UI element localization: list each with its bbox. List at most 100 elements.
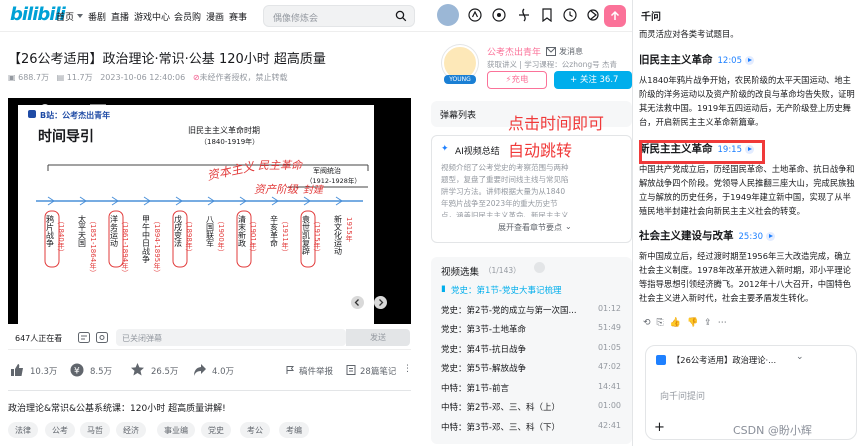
nav-manga[interactable]: 漫画	[206, 10, 224, 23]
timeline-year: （1861-1894年）	[121, 217, 129, 276]
charge-button[interactable]: ⚡充电	[487, 71, 547, 89]
episode-item[interactable]: 中特：第2节-邓、三、科（上） 01:00	[441, 401, 621, 413]
timeline-event: 洋务运动	[110, 214, 119, 248]
share-icon[interactable]	[193, 363, 207, 377]
send-message-link[interactable]: 发消息	[559, 46, 583, 57]
like-icon[interactable]	[10, 363, 24, 377]
timeline-event: 新文化运动	[334, 214, 343, 256]
favorite-star-icon[interactable]	[130, 362, 145, 377]
slide-prev-button[interactable]	[351, 296, 364, 309]
message-icon[interactable]	[492, 8, 506, 22]
slide-next-button[interactable]	[374, 296, 387, 309]
divider	[8, 390, 411, 391]
episode-item[interactable]: 党史：第2节-党的成立与第一次国... 01:12	[441, 304, 621, 316]
highlight-box	[639, 140, 765, 164]
tag-item[interactable]: 法律	[8, 422, 38, 438]
danmaku-settings-icon[interactable]	[96, 332, 108, 343]
danmaku-input-placeholder: 已关闭弹幕	[122, 334, 162, 343]
play-icon[interactable]	[766, 231, 775, 241]
nav-mall[interactable]: 会员购	[174, 10, 201, 23]
slide-handwriting-1: 资本主义	[206, 159, 257, 183]
episode-item[interactable]: 党史：第3节-土地革命 51:49	[441, 323, 621, 335]
episode-item[interactable]: 党史：第5节-解放战争 47:02	[441, 362, 621, 374]
uploader-name[interactable]: 公考杰出青年	[487, 45, 541, 58]
user-avatar[interactable]	[437, 4, 459, 26]
qa-section-text: 从1840年鸦片战争开始，农民阶级的太平天国运动、地主阶级的洋务运动以及资产阶级…	[639, 75, 855, 127]
search-icon[interactable]	[395, 10, 407, 22]
creation-icon[interactable]	[586, 8, 600, 22]
ai-summary-icon: ✦	[441, 144, 449, 154]
tag-item[interactable]: 事业编	[157, 422, 195, 438]
danmaku-toggle-icon[interactable]	[78, 332, 90, 343]
episode-item[interactable]: 党史：第4节-抗日战争 01:05	[441, 343, 621, 355]
timeline-event: 戊戌变法	[174, 214, 183, 248]
episode-item[interactable]: 中特：第3节-邓、三、科（下） 42:41	[441, 421, 621, 433]
report-icon[interactable]	[285, 365, 295, 375]
qwen-input-placeholder: 向千问提问	[660, 392, 706, 402]
nav-home[interactable]: 首页	[56, 10, 74, 23]
slide-handwriting-2: 民主革命	[258, 159, 304, 172]
chevron-down-icon: ⌄	[565, 222, 572, 231]
episode-item[interactable]: 党史：第1节-党史大事记梳理 ▮	[441, 284, 621, 296]
qa-heading-text: 旧民主主义革命	[639, 54, 713, 66]
video-ref-title: 【26公考适用】政治理论·...	[672, 355, 777, 365]
chevron-down-icon[interactable]: ⌄	[796, 352, 804, 362]
timeline-year: 1915年	[345, 217, 353, 243]
qwen-feedback-icons[interactable]: ⟲⎘👍👎⇪⋯	[643, 318, 733, 328]
tag-item[interactable]: 考编	[279, 422, 309, 438]
dynamic-icon[interactable]	[517, 8, 531, 22]
uploader-badge: YOUNG	[444, 75, 476, 84]
qa-timestamp-link[interactable]: 25:30	[739, 232, 764, 242]
no-repost-notice: 未经作者授权，禁止转载	[199, 73, 288, 82]
nav-bangumi[interactable]: 番剧	[88, 10, 106, 23]
timeline-year: （1894-1895年）	[153, 217, 161, 276]
video-ref-icon	[656, 355, 666, 365]
episode-item[interactable]: 中特：第1节-前言 14:41	[441, 382, 621, 394]
video-title: 【26公考适用】政治理论·常识·公基 120小时 超高质量	[8, 52, 326, 67]
nav-match[interactable]: 赛事	[229, 10, 247, 23]
more-icon[interactable]: ⋮	[403, 364, 412, 374]
add-icon[interactable]: +	[654, 420, 665, 435]
episode-name: 党史：第3节-土地革命	[441, 325, 526, 335]
tag-item[interactable]: 公考	[45, 422, 75, 438]
timeline-year: （1840年）	[57, 217, 65, 256]
timeline-event: 鸦片战争	[46, 214, 55, 248]
playing-icon: ▮	[441, 284, 446, 294]
episode-duration: 01:12	[597, 303, 621, 313]
episode-name: 党史：第1节-党史大事记梳理	[451, 286, 562, 296]
upload-button[interactable]	[604, 5, 626, 27]
danmaku-send-button[interactable]: 发送	[346, 329, 410, 346]
tag-item[interactable]: 马哲	[80, 422, 110, 438]
favorite-icon[interactable]	[540, 8, 554, 22]
notes-icon[interactable]	[346, 365, 356, 375]
qa-timestamp-link[interactable]: 12:05	[718, 56, 743, 66]
tag-item[interactable]: 经济	[116, 422, 146, 438]
episode-duration: 47:02	[597, 362, 621, 371]
danmaku-input[interactable]: 已关闭弹幕	[116, 329, 346, 346]
tag-item[interactable]: 党史	[201, 422, 231, 438]
episode-name: 党史：第5节-解放战争	[441, 364, 526, 374]
search-input[interactable]: 偶像修炼会	[263, 5, 415, 27]
qa-heading-text: 社会主义建设与改革	[639, 230, 734, 242]
play-icon[interactable]	[745, 55, 754, 65]
notes-label[interactable]: 28篇笔记	[360, 365, 396, 377]
episode-expand-icon[interactable]	[534, 262, 545, 273]
episode-name: 中特：第1节-前言	[441, 383, 509, 394]
svg-text:¥: ¥	[74, 367, 80, 377]
danmaku-count: 11.7万	[66, 73, 93, 82]
episode-name: 党史：第4节-抗日战争	[441, 344, 526, 355]
search-placeholder: 偶像修炼会	[273, 14, 319, 24]
qa-section-heading: 社会主义建设与改革 25:30	[639, 228, 775, 243]
mail-icon[interactable]	[546, 47, 556, 56]
nav-live[interactable]: 直播	[111, 10, 129, 23]
vip-icon[interactable]	[468, 8, 482, 22]
nav-game[interactable]: 游戏中心	[134, 10, 170, 23]
charge-label: 充电	[511, 75, 529, 85]
slide-logo-icon	[28, 110, 36, 118]
follow-button[interactable]: + 关注 36.7	[554, 71, 632, 89]
history-icon[interactable]	[563, 8, 577, 22]
ai-summary-expand[interactable]: 展开查看章节要点	[498, 222, 562, 233]
report-label[interactable]: 稿件举报	[299, 365, 333, 377]
coin-icon[interactable]: ¥	[70, 363, 84, 377]
tag-item[interactable]: 考公	[240, 422, 270, 438]
